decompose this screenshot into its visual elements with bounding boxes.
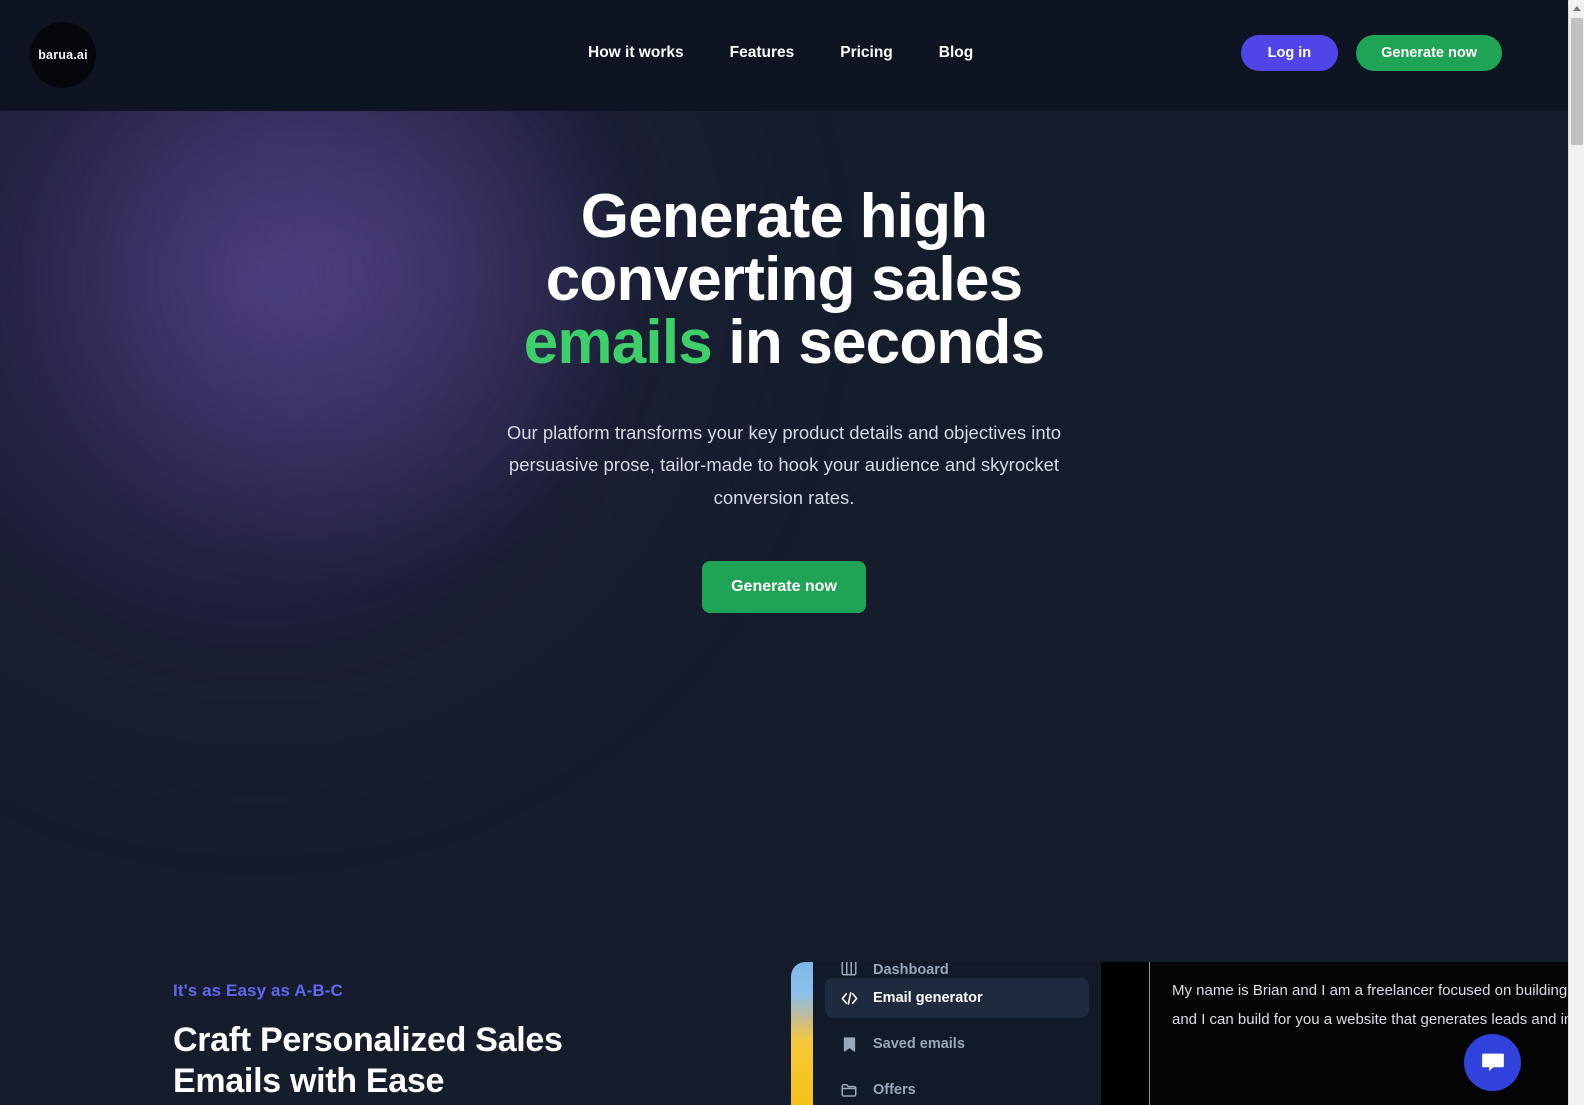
nav-link-blog[interactable]: Blog — [939, 44, 973, 62]
chat-widget-button[interactable] — [1464, 1034, 1521, 1091]
feature-text-block: It's as Easy as A-B-C Craft Personalized… — [173, 981, 793, 1103]
nav-link-pricing[interactable]: Pricing — [840, 44, 893, 62]
sidebar-item-offers[interactable]: Offers — [825, 1070, 1089, 1105]
sidebar-item-saved-emails[interactable]: Saved emails — [825, 1024, 1089, 1064]
scroll-up-arrow-icon — [1573, 6, 1581, 11]
page-root: barua.ai How it works Features Pricing B… — [0, 0, 1584, 1105]
chat-bubble-icon — [1479, 1049, 1507, 1077]
code-icon — [839, 988, 859, 1008]
sidebar-item-dashboard-label: Dashboard — [873, 962, 949, 978]
feature-heading-line-2: Emails with Ease — [173, 1062, 445, 1101]
mockup-sidebar-list: Dashboard Email generator Saved emails O… — [825, 962, 1089, 1105]
mockup-gutter — [1101, 962, 1149, 1105]
feature-heading: Craft Personalized Sales Emails with Eas… — [173, 1020, 793, 1103]
hero-title: Generate high converting sales emails in… — [434, 185, 1134, 375]
feature-heading-line-1: Craft Personalized Sales — [173, 1021, 563, 1059]
site-header: barua.ai How it works Features Pricing B… — [0, 0, 1568, 111]
bookmark-icon — [839, 1034, 859, 1054]
scroll-up-arrow-button[interactable] — [1569, 0, 1584, 17]
nav-link-features[interactable]: Features — [730, 44, 795, 62]
sidebar-item-email-generator[interactable]: Email generator — [825, 978, 1089, 1018]
main-navigation: How it works Features Pricing Blog — [588, 44, 973, 62]
browser-viewport: barua.ai How it works Features Pricing B… — [0, 0, 1568, 1105]
hero-subtitle: Our platform transforms your key product… — [506, 421, 1062, 509]
hero-title-line-3-rest: in seconds — [711, 308, 1045, 378]
app-screenshot-mockup: Dashboard Email generator Saved emails O… — [791, 962, 1568, 1105]
sidebar-item-email-generator-label: Email generator — [873, 990, 983, 1006]
vertical-scrollbar[interactable] — [1568, 0, 1584, 1105]
feature-eyebrow: It's as Easy as A-B-C — [173, 981, 343, 1000]
editor-line-2: and I can build for you a website that g… — [1172, 1011, 1568, 1029]
mockup-flag-accent-strip — [791, 962, 813, 1105]
hero-title-line-2: converting sales — [545, 245, 1023, 315]
login-button[interactable]: Log in — [1240, 35, 1339, 71]
hero-content: Generate high converting sales emails in… — [0, 111, 1568, 613]
sidebar-item-offers-label: Offers — [873, 1082, 916, 1098]
header-generate-now-button[interactable]: Generate now — [1356, 35, 1502, 71]
mockup-sidebar: Dashboard Email generator Saved emails O… — [813, 962, 1101, 1105]
dashboard-icon — [839, 962, 859, 978]
hero-generate-now-button[interactable]: Generate now — [702, 560, 866, 613]
hero-title-highlight: emails — [523, 308, 713, 378]
header-actions: Log in Generate now — [1240, 35, 1502, 71]
sidebar-item-dashboard[interactable]: Dashboard — [825, 962, 1089, 978]
folder-icon — [839, 1080, 859, 1100]
editor-line-1: My name is Brian and I am a freelancer f… — [1172, 982, 1568, 999]
nav-link-how-it-works[interactable]: How it works — [588, 44, 684, 62]
hero-title-line-1: Generate high — [580, 182, 988, 251]
hero-cta-wrapper: Generate now — [0, 515, 1568, 613]
site-logo-text: barua.ai — [38, 48, 88, 62]
site-logo[interactable]: barua.ai — [30, 22, 96, 88]
feature-section: It's as Easy as A-B-C Craft Personalized… — [0, 951, 1568, 1105]
sidebar-item-saved-emails-label: Saved emails — [873, 1036, 965, 1052]
scrollbar-thumb[interactable] — [1571, 18, 1583, 145]
hero-section: Generate high converting sales emails in… — [0, 111, 1568, 951]
